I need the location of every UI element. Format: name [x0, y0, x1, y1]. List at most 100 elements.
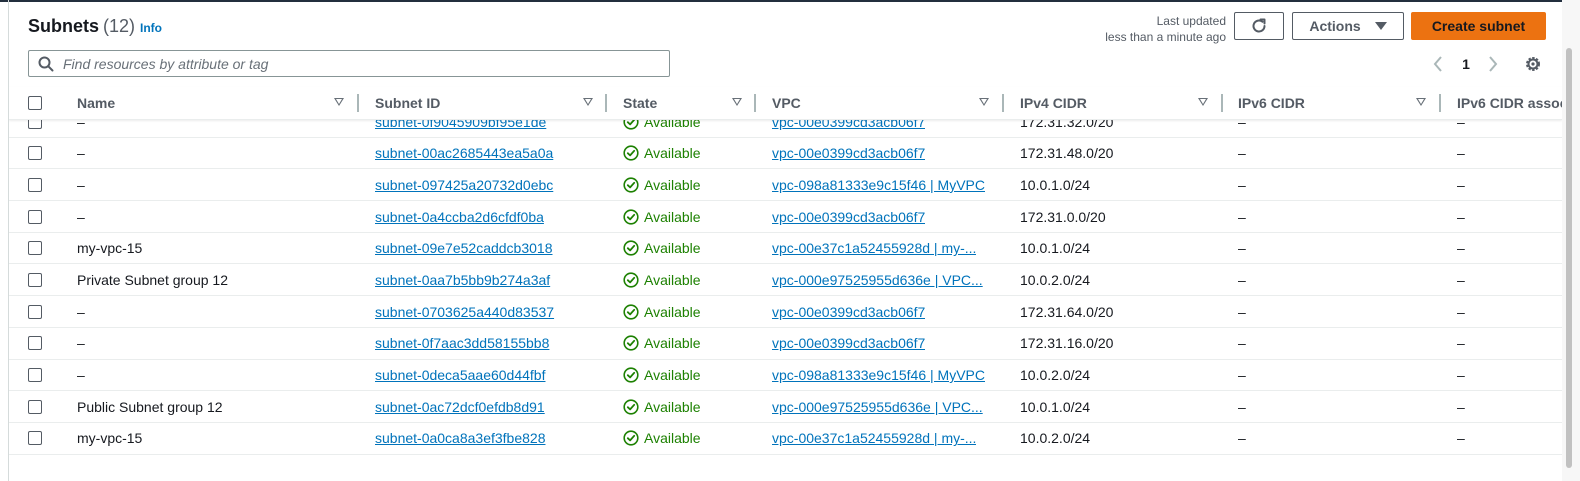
column-header-name[interactable]: Name: [77, 87, 357, 119]
check-circle-icon: [623, 367, 639, 383]
row-checkbox[interactable]: [28, 304, 42, 319]
subnet-id-link[interactable]: subnet-097425a20732d0ebc: [375, 177, 553, 193]
refresh-button[interactable]: [1234, 12, 1284, 40]
sort-icon: [334, 98, 344, 106]
subnet-id-link[interactable]: subnet-09e7e52caddcb3018: [375, 240, 553, 256]
select-all-checkbox[interactable]: [28, 96, 42, 110]
subnet-id-link[interactable]: subnet-0f7aac3dd58155bb8: [375, 335, 549, 351]
row-checkbox[interactable]: [28, 146, 42, 161]
search-bar[interactable]: [28, 50, 670, 77]
actions-dropdown[interactable]: Actions: [1292, 12, 1404, 40]
row-checkbox[interactable]: [28, 241, 42, 256]
subnet-id-link[interactable]: subnet-0703625a440d83537: [375, 304, 554, 320]
column-header-ipv4-cidr[interactable]: IPv4 CIDR: [1020, 87, 1220, 119]
column-resizer[interactable]: [357, 94, 359, 112]
vpc-link[interactable]: vpc-00e37c1a52455928d | my-...: [772, 430, 976, 446]
vpc-link[interactable]: vpc-098a81333e9c15f46 | MyVPC: [772, 367, 985, 383]
column-resizer[interactable]: [754, 94, 756, 112]
vpc-link[interactable]: vpc-000e97525955d636e | VPC...: [772, 399, 983, 415]
row-checkbox[interactable]: [28, 431, 42, 446]
column-header-ipv4-cidr-label: IPv4 CIDR: [1020, 95, 1087, 111]
row-checkbox-cell: [28, 233, 42, 264]
cell-ipv4-cidr: 172.31.32.0/20: [1020, 120, 1114, 130]
previous-page-button[interactable]: [1429, 54, 1447, 74]
status-available: Available: [623, 399, 701, 415]
sort-icon: [1416, 98, 1426, 106]
cell-name: –: [77, 335, 85, 352]
row-checkbox[interactable]: [28, 209, 42, 224]
scrollbar-thumb[interactable]: [1566, 48, 1572, 468]
preferences-button[interactable]: [1523, 54, 1543, 74]
next-page-button[interactable]: [1484, 54, 1502, 74]
row-checkbox-cell: [28, 120, 42, 137]
table-row[interactable]: – subnet-0deca5aae60d44fbf Available vpc-09…: [9, 360, 1562, 392]
row-checkbox[interactable]: [28, 336, 42, 351]
table-row[interactable]: – subnet-0f9045909bf95e1de Available vpc-00…: [9, 120, 1562, 138]
subnet-id-link[interactable]: subnet-0deca5aae60d44fbf: [375, 367, 545, 383]
cell-subnet-id: subnet-0f7aac3dd58155bb8: [375, 328, 605, 359]
row-checkbox[interactable]: [28, 272, 42, 287]
cell-ipv6-cidr-association: –: [1457, 398, 1465, 415]
column-header-ipv6-cidr-association[interactable]: IPv6 CIDR associ: [1457, 87, 1562, 119]
vpc-link[interactable]: vpc-098a81333e9c15f46 | MyVPC: [772, 177, 985, 193]
subnet-id-link[interactable]: subnet-0aa7b5bb9b274a3af: [375, 272, 550, 288]
vpc-link[interactable]: vpc-00e37c1a52455928d | my-...: [772, 240, 976, 256]
table-row[interactable]: my-vpc-15 subnet-0a0ca8a3ef3fbe828 Availab…: [9, 423, 1562, 455]
cell-name: Public Subnet group 12: [77, 398, 223, 415]
cell-ipv6-cidr: –: [1238, 120, 1246, 130]
row-checkbox[interactable]: [28, 368, 42, 382]
current-page-number[interactable]: 1: [1459, 56, 1473, 72]
row-checkbox[interactable]: [28, 177, 42, 192]
subnet-id-link[interactable]: subnet-0a0ca8a3ef3fbe828: [375, 430, 545, 446]
cell-ipv4-cidr: 10.0.1.0/24: [1020, 240, 1091, 257]
cell-ipv6-cidr-association: –: [1457, 176, 1465, 193]
cell-name: Private Subnet group 12: [77, 271, 228, 288]
table-row[interactable]: – subnet-0a4ccba2d6cfdf0ba Available vpc-00…: [9, 201, 1562, 233]
column-header-ipv6-cidr-label: IPv6 CIDR: [1238, 95, 1305, 111]
subnet-id-link[interactable]: subnet-0a4ccba2d6cfdf0ba: [375, 209, 544, 225]
vertical-scrollbar[interactable]: [1562, 0, 1580, 481]
column-header-vpc[interactable]: VPC: [772, 87, 1002, 119]
column-header-ipv6-cidr[interactable]: IPv6 CIDR: [1238, 87, 1438, 119]
row-checkbox[interactable]: [28, 120, 42, 129]
row-checkbox[interactable]: [28, 399, 42, 414]
column-resizer[interactable]: [1221, 94, 1223, 112]
column-resizer[interactable]: [1439, 94, 1441, 112]
subnet-id-link[interactable]: subnet-0ac72dcf0efdb8d91: [375, 399, 545, 415]
vpc-link[interactable]: vpc-00e0399cd3acb06f7: [772, 120, 925, 130]
check-circle-icon: [623, 335, 639, 351]
cell-ipv6-cidr-association: –: [1457, 367, 1465, 383]
column-resizer[interactable]: [605, 94, 607, 112]
table-header: Name Subnet ID State VPC IPv4 CIDR IPv6 …: [9, 87, 1562, 120]
info-link[interactable]: Info: [140, 21, 162, 35]
vpc-link[interactable]: vpc-00e0399cd3acb06f7: [772, 209, 925, 225]
search-input[interactable]: [61, 54, 655, 73]
row-checkbox-cell: [28, 423, 42, 454]
chevron-right-icon: [1489, 56, 1498, 72]
cell-ipv6-cidr-association: –: [1457, 303, 1465, 320]
create-subnet-button[interactable]: Create subnet: [1411, 12, 1546, 40]
column-header-subnet-id[interactable]: Subnet ID: [375, 87, 605, 119]
vpc-link[interactable]: vpc-000e97525955d636e | VPC...: [772, 272, 983, 288]
column-header-state[interactable]: State: [623, 87, 753, 119]
subnet-id-link[interactable]: subnet-0f9045909bf95e1de: [375, 120, 546, 130]
subnet-id-link[interactable]: subnet-00ac2685443ea5a0a: [375, 145, 553, 161]
table-row[interactable]: – subnet-00ac2685443ea5a0a Available vpc-00…: [9, 138, 1562, 170]
cell-ipv4-cidr: 172.31.0.0/20: [1020, 208, 1106, 225]
column-resizer[interactable]: [1002, 94, 1004, 112]
row-checkbox-cell: [28, 201, 42, 232]
vpc-link[interactable]: vpc-00e0399cd3acb06f7: [772, 145, 925, 161]
table-row[interactable]: my-vpc-15 subnet-09e7e52caddcb3018 Availab…: [9, 233, 1562, 265]
cell-subnet-id: subnet-0deca5aae60d44fbf: [375, 360, 605, 391]
table-row[interactable]: – subnet-0703625a440d83537 Available vpc-00…: [9, 296, 1562, 328]
status-available: Available: [623, 145, 701, 161]
cell-subnet-id: subnet-0aa7b5bb9b274a3af: [375, 264, 605, 295]
vpc-link[interactable]: vpc-00e0399cd3acb06f7: [772, 304, 925, 320]
table-row[interactable]: – subnet-097425a20732d0ebc Available vpc-09…: [9, 169, 1562, 202]
vpc-link[interactable]: vpc-00e0399cd3acb06f7: [772, 335, 925, 351]
cell-ipv6-cidr: –: [1238, 176, 1246, 193]
column-header-vpc-label: VPC: [772, 95, 801, 111]
table-row[interactable]: – subnet-0f7aac3dd58155bb8 Available vpc-00…: [9, 328, 1562, 360]
table-row[interactable]: Private Subnet group 12 subnet-0aa7b5bb9b…: [9, 264, 1562, 297]
table-row[interactable]: Public Subnet group 12 subnet-0ac72dcf0ef…: [9, 391, 1562, 423]
